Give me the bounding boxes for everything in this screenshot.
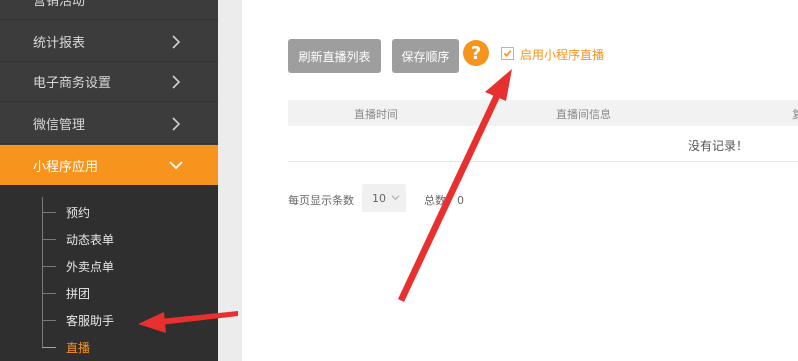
submenu-item-takeout[interactable]: 外卖点单 <box>42 253 114 280</box>
column-header-live-time: 直播时间 <box>354 108 398 121</box>
per-page-value: 10 <box>372 191 386 205</box>
table-header: 直播时间 直播间信息 复 <box>288 100 798 126</box>
submenu-item-customer-service[interactable]: 客服助手 <box>42 307 114 334</box>
enable-miniprogram-live-checkbox[interactable] <box>501 47 514 60</box>
submenu-item-label: 客服助手 <box>66 314 115 328</box>
submenu: 预约 动态表单 外卖点单 拼团 客服助手 直播 <box>0 185 218 361</box>
help-icon[interactable]: ? <box>463 40 489 66</box>
column-header-room-info: 直播间信息 <box>556 108 611 121</box>
submenu-item-label: 拼团 <box>66 287 91 301</box>
tree-tick <box>42 320 56 321</box>
chevron-down-icon <box>391 195 400 201</box>
total-count: 总数：0 <box>424 194 464 207</box>
tree-tick <box>42 212 56 213</box>
submenu-item-label: 预约 <box>66 206 91 220</box>
save-order-button[interactable]: 保存顺序 <box>392 39 459 73</box>
chevron-right-icon <box>172 75 181 89</box>
button-label: 保存顺序 <box>401 49 450 64</box>
sidebar-item-ecommerce[interactable]: 电子商务设置 <box>0 62 218 102</box>
tree-tick <box>42 347 56 348</box>
sidebar-item-wechat[interactable]: 微信管理 <box>0 104 218 144</box>
sidebar-item-label: 小程序应用 <box>33 159 99 175</box>
tree-tick <box>42 239 56 240</box>
table-divider <box>288 161 798 162</box>
chevron-down-icon <box>169 161 183 170</box>
sidebar-item-label: 统计报表 <box>33 36 86 51</box>
per-page-label: 每页显示条数 <box>288 194 354 207</box>
button-label: 刷新直播列表 <box>298 49 371 64</box>
main-content: 刷新直播列表 保存顺序 ? 启用小程序直播 直播时间 直播间信息 复 没有记录！… <box>242 0 798 361</box>
tree-tick <box>42 266 56 267</box>
help-symbol: ? <box>470 42 482 64</box>
submenu-item-dynamic-form[interactable]: 动态表单 <box>42 226 114 253</box>
sidebar-item-label: 微信管理 <box>33 118 86 133</box>
submenu-item-live[interactable]: 直播 <box>42 334 90 361</box>
submenu-item-label: 外卖点单 <box>66 260 115 274</box>
tree-tick <box>42 293 56 294</box>
refresh-live-list-button[interactable]: 刷新直播列表 <box>288 39 381 73</box>
sidebar-item-label: 营销活动 <box>33 0 86 9</box>
sidebar: 营销活动 统计报表 电子商务设置 微信管理 小程序应用 预约 动态表单 外卖点单… <box>0 0 218 361</box>
per-page-select[interactable]: 10 <box>362 184 406 212</box>
column-header-partial: 复 <box>792 108 798 121</box>
sidebar-item-label: 电子商务设置 <box>33 76 112 91</box>
submenu-item-booking[interactable]: 预约 <box>42 199 90 226</box>
page: 营销活动 统计报表 电子商务设置 微信管理 小程序应用 预约 动态表单 外卖点单… <box>0 0 798 361</box>
empty-records-text: 没有记录！ <box>688 139 749 153</box>
submenu-item-label: 动态表单 <box>66 233 115 247</box>
sidebar-scrollbar-track[interactable] <box>218 0 242 361</box>
sidebar-item-marketing[interactable]: 营销活动 <box>0 0 218 20</box>
chevron-right-icon <box>172 35 181 49</box>
chevron-right-icon <box>172 117 181 131</box>
enable-miniprogram-live-label[interactable]: 启用小程序直播 <box>520 46 604 63</box>
sidebar-item-statistics[interactable]: 统计报表 <box>0 22 218 62</box>
submenu-item-group-buy[interactable]: 拼团 <box>42 280 90 307</box>
checkmark-icon <box>503 50 512 57</box>
sidebar-item-miniprogram[interactable]: 小程序应用 <box>0 145 218 185</box>
submenu-item-label: 直播 <box>66 341 91 355</box>
